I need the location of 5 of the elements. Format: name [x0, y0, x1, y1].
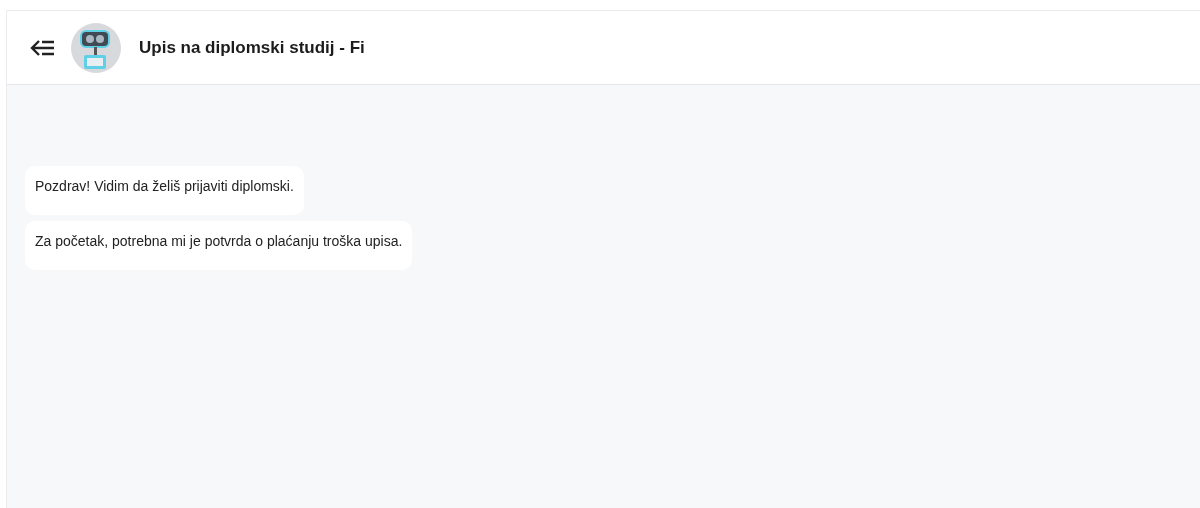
back-menu-icon — [30, 38, 56, 57]
robot-avatar-icon — [71, 22, 121, 73]
message-bubble: Za početak, potrebna mi je potvrda o plaćanju troška upisa. — [25, 221, 413, 270]
chat-title: Upis na diplomski studij - Fi — [139, 36, 365, 59]
message-bubble: Pozdrav! Vidim da želiš prijaviti diplomski. — [25, 166, 304, 215]
